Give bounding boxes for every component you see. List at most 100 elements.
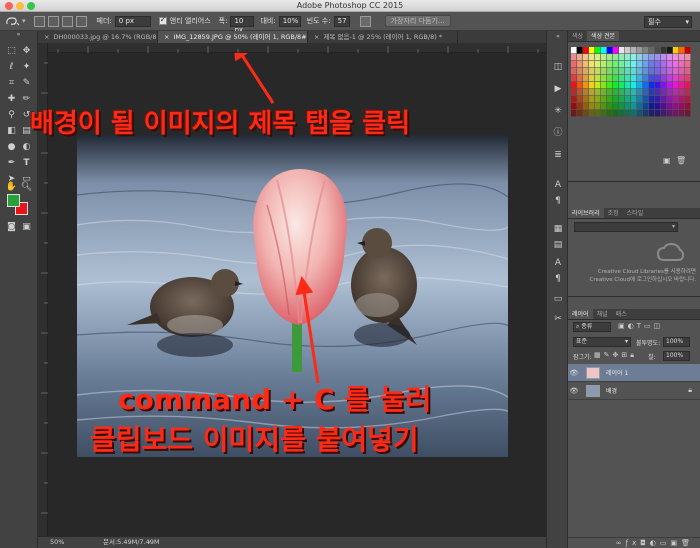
swatch[interactable]: [601, 82, 607, 89]
swatch[interactable]: [583, 89, 589, 96]
swatch[interactable]: [649, 75, 655, 82]
swatch[interactable]: [655, 96, 661, 103]
tab-channels[interactable]: 채널: [593, 309, 612, 319]
swatch[interactable]: [571, 47, 577, 54]
eraser-tool-icon[interactable]: ◧: [5, 125, 18, 138]
swatch[interactable]: [583, 75, 589, 82]
swatch[interactable]: [667, 68, 673, 75]
swatch[interactable]: [577, 82, 583, 89]
chevron-right-icon[interactable]: ›: [148, 537, 151, 548]
swatch[interactable]: [661, 82, 667, 89]
swatch[interactable]: [601, 89, 607, 96]
swatch[interactable]: [667, 110, 673, 117]
tool-presets-icon[interactable]: ✂: [552, 313, 564, 325]
swatch[interactable]: [625, 75, 631, 82]
swatch[interactable]: [571, 61, 577, 68]
swatch[interactable]: [673, 96, 679, 103]
refine-edge-button[interactable]: 가장자리 다듬기...: [384, 15, 451, 27]
swatch[interactable]: [607, 110, 613, 117]
swatch[interactable]: [613, 82, 619, 89]
layer-row[interactable]: 👁︎ 레이어 1: [568, 364, 700, 382]
swatch[interactable]: [619, 82, 625, 89]
swatch[interactable]: [667, 75, 673, 82]
swatch[interactable]: [685, 75, 691, 82]
swatch[interactable]: [571, 110, 577, 117]
swatch[interactable]: [649, 103, 655, 110]
doc-tab-untitled1[interactable]: × 제목 없음-1 @ 25% (레이어 1, RGB/8) *: [308, 31, 458, 43]
collapse-panel-icon[interactable]: »: [12, 31, 25, 39]
swatch[interactable]: [583, 96, 589, 103]
swatch[interactable]: [571, 54, 577, 61]
swatch[interactable]: [655, 103, 661, 110]
collapse-panel-icon[interactable]: «: [552, 31, 564, 43]
swatch[interactable]: [607, 103, 613, 110]
horizontal-ruler[interactable]: [48, 43, 546, 53]
swatch[interactable]: [667, 103, 673, 110]
swatch[interactable]: [631, 68, 637, 75]
swatch[interactable]: [571, 103, 577, 110]
brush-presets-icon[interactable]: ▦: [552, 223, 564, 235]
swatch[interactable]: [679, 96, 685, 103]
layers-footer-icons[interactable]: ∞ƒx◘◐▭▣🗑︎: [568, 537, 700, 548]
swatch[interactable]: [595, 96, 601, 103]
quick-mask-icon[interactable]: ◙: [5, 221, 18, 234]
swatch[interactable]: [637, 68, 643, 75]
tool-preset-picker[interactable]: ▾: [4, 15, 26, 27]
swatch[interactable]: [625, 47, 631, 54]
swatch[interactable]: [655, 61, 661, 68]
swatch[interactable]: [625, 89, 631, 96]
swatch[interactable]: [595, 75, 601, 82]
swatch[interactable]: [673, 110, 679, 117]
character-styles-icon[interactable]: A: [552, 257, 564, 269]
swatch[interactable]: [637, 103, 643, 110]
swatch[interactable]: [601, 61, 607, 68]
swatch[interactable]: [631, 103, 637, 110]
swatch[interactable]: [631, 47, 637, 54]
swatch[interactable]: [607, 96, 613, 103]
close-window-button[interactable]: [5, 2, 13, 10]
swatch[interactable]: [625, 61, 631, 68]
swatch[interactable]: [649, 61, 655, 68]
type-tool-icon[interactable]: T: [20, 157, 33, 170]
antialias-checkbox[interactable]: [158, 15, 167, 25]
pen-tool-icon[interactable]: ✒: [5, 157, 18, 170]
dodge-tool-icon[interactable]: ◐: [20, 141, 33, 154]
swatch[interactable]: [619, 89, 625, 96]
swatch[interactable]: [577, 110, 583, 117]
screen-mode-icon[interactable]: ▣: [20, 221, 33, 234]
contrast-input[interactable]: 10%: [278, 15, 301, 27]
swatch[interactable]: [637, 110, 643, 117]
swatch[interactable]: [643, 82, 649, 89]
swatch[interactable]: [661, 61, 667, 68]
swatch[interactable]: [595, 47, 601, 54]
swatch[interactable]: [631, 54, 637, 61]
tab-paths[interactable]: 패스: [612, 309, 631, 319]
blend-mode-select[interactable]: 표준 ▾: [573, 337, 631, 347]
hand-tool-icon[interactable]: ✋: [5, 181, 18, 194]
swatch[interactable]: [589, 96, 595, 103]
fill-input[interactable]: 100%: [663, 351, 690, 361]
swatch[interactable]: [649, 96, 655, 103]
move-tool-icon[interactable]: ✥: [20, 45, 33, 58]
swatch[interactable]: [619, 103, 625, 110]
tab-layers[interactable]: 레이어: [568, 309, 593, 319]
swatch[interactable]: [613, 103, 619, 110]
swatch[interactable]: [577, 61, 583, 68]
swatch[interactable]: [673, 47, 679, 54]
foreground-color-swatch[interactable]: [7, 194, 20, 207]
layer-row[interactable]: 👁︎ 배경 🔒︎: [568, 382, 700, 400]
swatch[interactable]: [607, 75, 613, 82]
swatch[interactable]: [643, 110, 649, 117]
swatch[interactable]: [661, 54, 667, 61]
swatch[interactable]: [601, 47, 607, 54]
swatch[interactable]: [577, 89, 583, 96]
tab-color[interactable]: 색상: [568, 31, 587, 41]
pen-pressure-icon[interactable]: [359, 15, 371, 27]
swatch[interactable]: [625, 54, 631, 61]
swatch[interactable]: [601, 110, 607, 117]
swatch[interactable]: [571, 75, 577, 82]
swatch[interactable]: [679, 68, 685, 75]
swatch[interactable]: [649, 47, 655, 54]
swatch[interactable]: [655, 82, 661, 89]
swatch[interactable]: [685, 54, 691, 61]
